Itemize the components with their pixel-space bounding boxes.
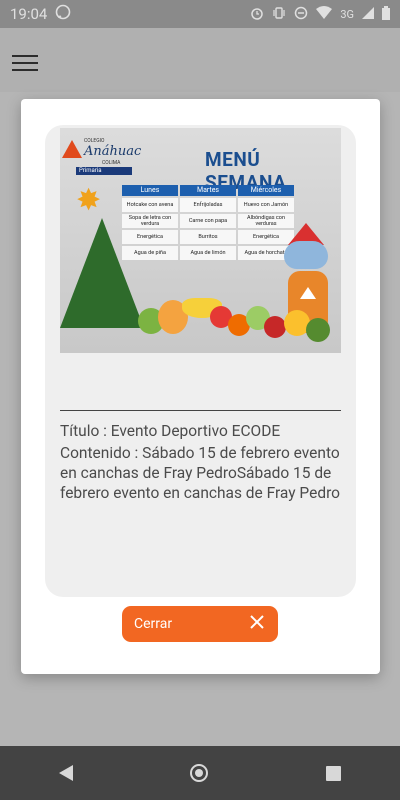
menu-row: Sopa de letra con verdura Carne con papa… bbox=[122, 214, 294, 228]
divider bbox=[60, 410, 341, 411]
menu-row: Hotcake con avena Enfrijoladas Huevo con… bbox=[122, 198, 294, 212]
notice-content: Contenido : Sábado 15 de febrero evento … bbox=[60, 444, 341, 502]
menu-cell: Huevo con Jamón bbox=[238, 198, 294, 212]
fruit-icon bbox=[264, 316, 286, 338]
notice-dialog: COLEGIO Anáhuac COLIMA Primaria MENÚ SEM… bbox=[21, 99, 380, 674]
logo-city: COLIMA bbox=[102, 160, 121, 166]
logo-name: Anáhuac bbox=[84, 144, 142, 159]
home-icon[interactable] bbox=[190, 764, 209, 782]
day-header: Martes bbox=[180, 185, 236, 196]
menu-banner-image: COLEGIO Anáhuac COLIMA Primaria MENÚ SEM… bbox=[60, 128, 341, 353]
day-header: Miércoles bbox=[238, 185, 294, 196]
menu-cell: Agua de limón bbox=[180, 246, 236, 260]
star-icon: ✸ bbox=[76, 183, 102, 218]
close-button[interactable]: Cerrar bbox=[122, 606, 278, 642]
menu-days: Lunes Martes Miércoles bbox=[122, 185, 294, 196]
fruit-icon bbox=[306, 318, 330, 342]
logo-level: Primaria bbox=[76, 167, 132, 175]
menu-cell: Hotcake con avena bbox=[122, 198, 178, 212]
christmas-tree-icon bbox=[60, 218, 144, 328]
menu-cell: Enfrijoladas bbox=[180, 198, 236, 212]
back-icon[interactable] bbox=[58, 765, 73, 781]
notice-card: COLEGIO Anáhuac COLIMA Primaria MENÚ SEM… bbox=[45, 125, 356, 597]
school-logo: COLEGIO Anáhuac COLIMA Primaria bbox=[62, 136, 142, 175]
menu-cell: Burritos bbox=[180, 230, 236, 244]
menu-row: Agua de piña Agua de limón Agua de horch… bbox=[122, 246, 294, 260]
day-header: Lunes bbox=[122, 185, 178, 196]
navigation-bar bbox=[0, 746, 400, 800]
menu-row: Energética Burritos Energética bbox=[122, 230, 294, 244]
menu-cell: Carne con papa bbox=[180, 214, 236, 228]
close-icon bbox=[250, 615, 264, 633]
close-button-label: Cerrar bbox=[134, 616, 173, 632]
recent-apps-icon[interactable] bbox=[326, 765, 342, 781]
menu-table: Lunes Martes Miércoles Hotcake con avena… bbox=[122, 185, 294, 260]
notice-title: Título : Evento Deportivo ECODE bbox=[60, 422, 281, 440]
notice-text: Título : Evento Deportivo ECODE Contenid… bbox=[60, 421, 346, 505]
